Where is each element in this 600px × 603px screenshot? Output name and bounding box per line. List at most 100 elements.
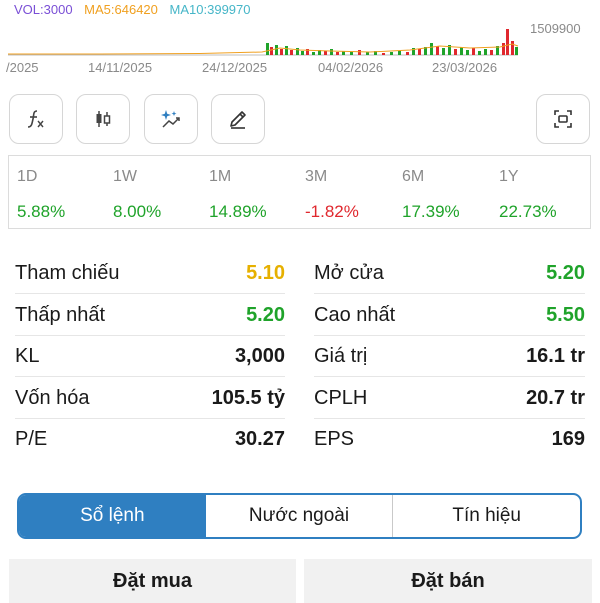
volume-bar — [418, 49, 421, 55]
perf-change-value: 8.00% — [113, 202, 162, 221]
volume-bar — [285, 46, 288, 55]
volume-bar — [280, 49, 283, 55]
volume-bar — [350, 52, 353, 55]
volume-bar — [290, 50, 293, 55]
ma5-line — [8, 43, 519, 55]
stat-row: Vốn hóa 105.5 tỷ — [15, 378, 285, 419]
stat-value: 5.20 — [246, 303, 285, 326]
volume-bar — [515, 47, 518, 55]
stat-label: Cao nhất — [314, 303, 396, 326]
volume-bar — [506, 29, 509, 55]
function-icon — [27, 110, 44, 128]
ma5-legend-item: MA5:646420 — [84, 2, 158, 17]
volume-bar — [398, 51, 401, 55]
perf-period-label: 3M — [305, 168, 328, 185]
stat-label: P/E — [15, 428, 48, 450]
date-tick: 24/12/2025 — [202, 60, 268, 75]
candlestick-icon — [96, 111, 111, 127]
tab-order-book[interactable]: Sổ lệnh — [19, 495, 206, 537]
stat-value: 5.50 — [546, 303, 585, 326]
indicator-button[interactable] — [9, 94, 63, 144]
tab-signal[interactable]: Tín hiệu — [392, 495, 580, 537]
perf-change-value: 17.39% — [402, 202, 460, 221]
screenshot-button[interactable] — [536, 94, 590, 144]
pencil-icon — [230, 111, 246, 129]
screenshot-icon — [554, 110, 572, 128]
volume-bar — [270, 47, 273, 55]
volume-bar — [502, 43, 505, 55]
tab-foreign[interactable]: Nước ngoài — [206, 495, 393, 537]
volume-bar — [442, 48, 445, 55]
perf-period-label: 6M — [402, 168, 425, 185]
buy-order-button[interactable]: Đặt mua — [9, 559, 296, 603]
volume-bar — [460, 47, 463, 55]
perf-period-label: 1D — [17, 168, 38, 185]
ma10-legend-item: MA10:399970 — [169, 2, 251, 17]
stat-row: CPLH 20.7 tr — [314, 378, 585, 419]
stat-label: Giá trị — [314, 345, 368, 367]
volume-bar — [358, 50, 361, 55]
volume-bar — [484, 49, 487, 55]
volume-bar — [490, 50, 493, 55]
stat-row: P/E 30.27 — [15, 419, 285, 460]
volume-axis-max: 1509900 — [530, 21, 581, 36]
sparkle-chart-icon — [161, 110, 180, 128]
perf-change-value: -1.82% — [305, 202, 359, 221]
perf-change-value: 5.88% — [17, 202, 66, 221]
date-axis: /2025 14/11/2025 24/12/2025 04/02/2026 2… — [0, 60, 600, 80]
stat-row: KL 3,000 — [15, 336, 285, 377]
stat-value: 20.7 tr — [526, 386, 585, 409]
vol-legend-item: VOL:3000 — [14, 2, 73, 17]
stat-row: Mở cửa 5.20 — [314, 253, 585, 294]
volume-bar — [296, 48, 299, 55]
draw-button[interactable] — [211, 94, 265, 144]
perf-change-value: 14.89% — [209, 202, 267, 221]
volume-bar — [266, 43, 269, 55]
stat-value: 16.1 tr — [526, 345, 585, 367]
stat-value: 5.10 — [246, 262, 285, 284]
stat-row: Tham chiếu 5.10 — [15, 253, 285, 294]
stat-value: 5.20 — [546, 262, 585, 284]
stat-label: Mở cửa — [314, 262, 384, 284]
volume-bar — [511, 41, 514, 55]
volume-bar — [454, 49, 457, 55]
stat-label: CPLH — [314, 386, 368, 409]
perf-change-value: 22.73% — [499, 202, 557, 221]
stat-label: Thấp nhất — [15, 303, 106, 326]
date-tick: 23/03/2026 — [432, 60, 498, 75]
date-tick: 04/02/2026 — [318, 60, 384, 75]
perf-period-label: 1M — [209, 168, 232, 185]
volume-bar — [436, 46, 439, 55]
volume-bar — [382, 53, 385, 55]
stat-row: Cao nhất 5.50 — [314, 295, 585, 336]
stat-value: 169 — [551, 428, 585, 450]
volume-bar — [312, 52, 315, 55]
date-tick: /2025 — [6, 60, 39, 75]
stat-row: EPS 169 — [314, 419, 585, 460]
volume-bar — [330, 49, 333, 55]
volume-bar — [275, 45, 278, 55]
perf-period-label: 1Y — [499, 168, 519, 185]
stat-value: 105.5 tỷ — [211, 386, 285, 409]
sell-order-button[interactable]: Đặt bán — [304, 559, 592, 603]
perf-period-label: 1W — [113, 168, 137, 185]
stat-label: KL — [15, 345, 40, 367]
volume-bar — [336, 52, 339, 55]
volume-bar — [466, 50, 469, 55]
stat-label: Vốn hóa — [15, 386, 90, 409]
ai-analysis-button[interactable] — [144, 94, 198, 144]
volume-bar — [406, 52, 409, 55]
stat-value: 30.27 — [234, 428, 285, 450]
volume-bar — [390, 52, 393, 55]
date-tick: 14/11/2025 — [88, 60, 153, 75]
volume-bar — [478, 51, 481, 55]
volume-bar — [301, 51, 304, 55]
stat-row: Thấp nhất 5.20 — [15, 295, 285, 336]
stat-value: 3,000 — [234, 345, 285, 367]
stat-label: Tham chiếu — [15, 262, 120, 284]
candle-type-button[interactable] — [76, 94, 130, 144]
stat-row: Giá trị 16.1 tr — [314, 336, 585, 377]
market-tabs: Sổ lệnh Nước ngoài Tín hiệu — [17, 493, 582, 539]
volume-legend: VOL:3000 MA5:646420 MA10:399970 — [14, 2, 258, 17]
volume-bar — [472, 48, 475, 55]
